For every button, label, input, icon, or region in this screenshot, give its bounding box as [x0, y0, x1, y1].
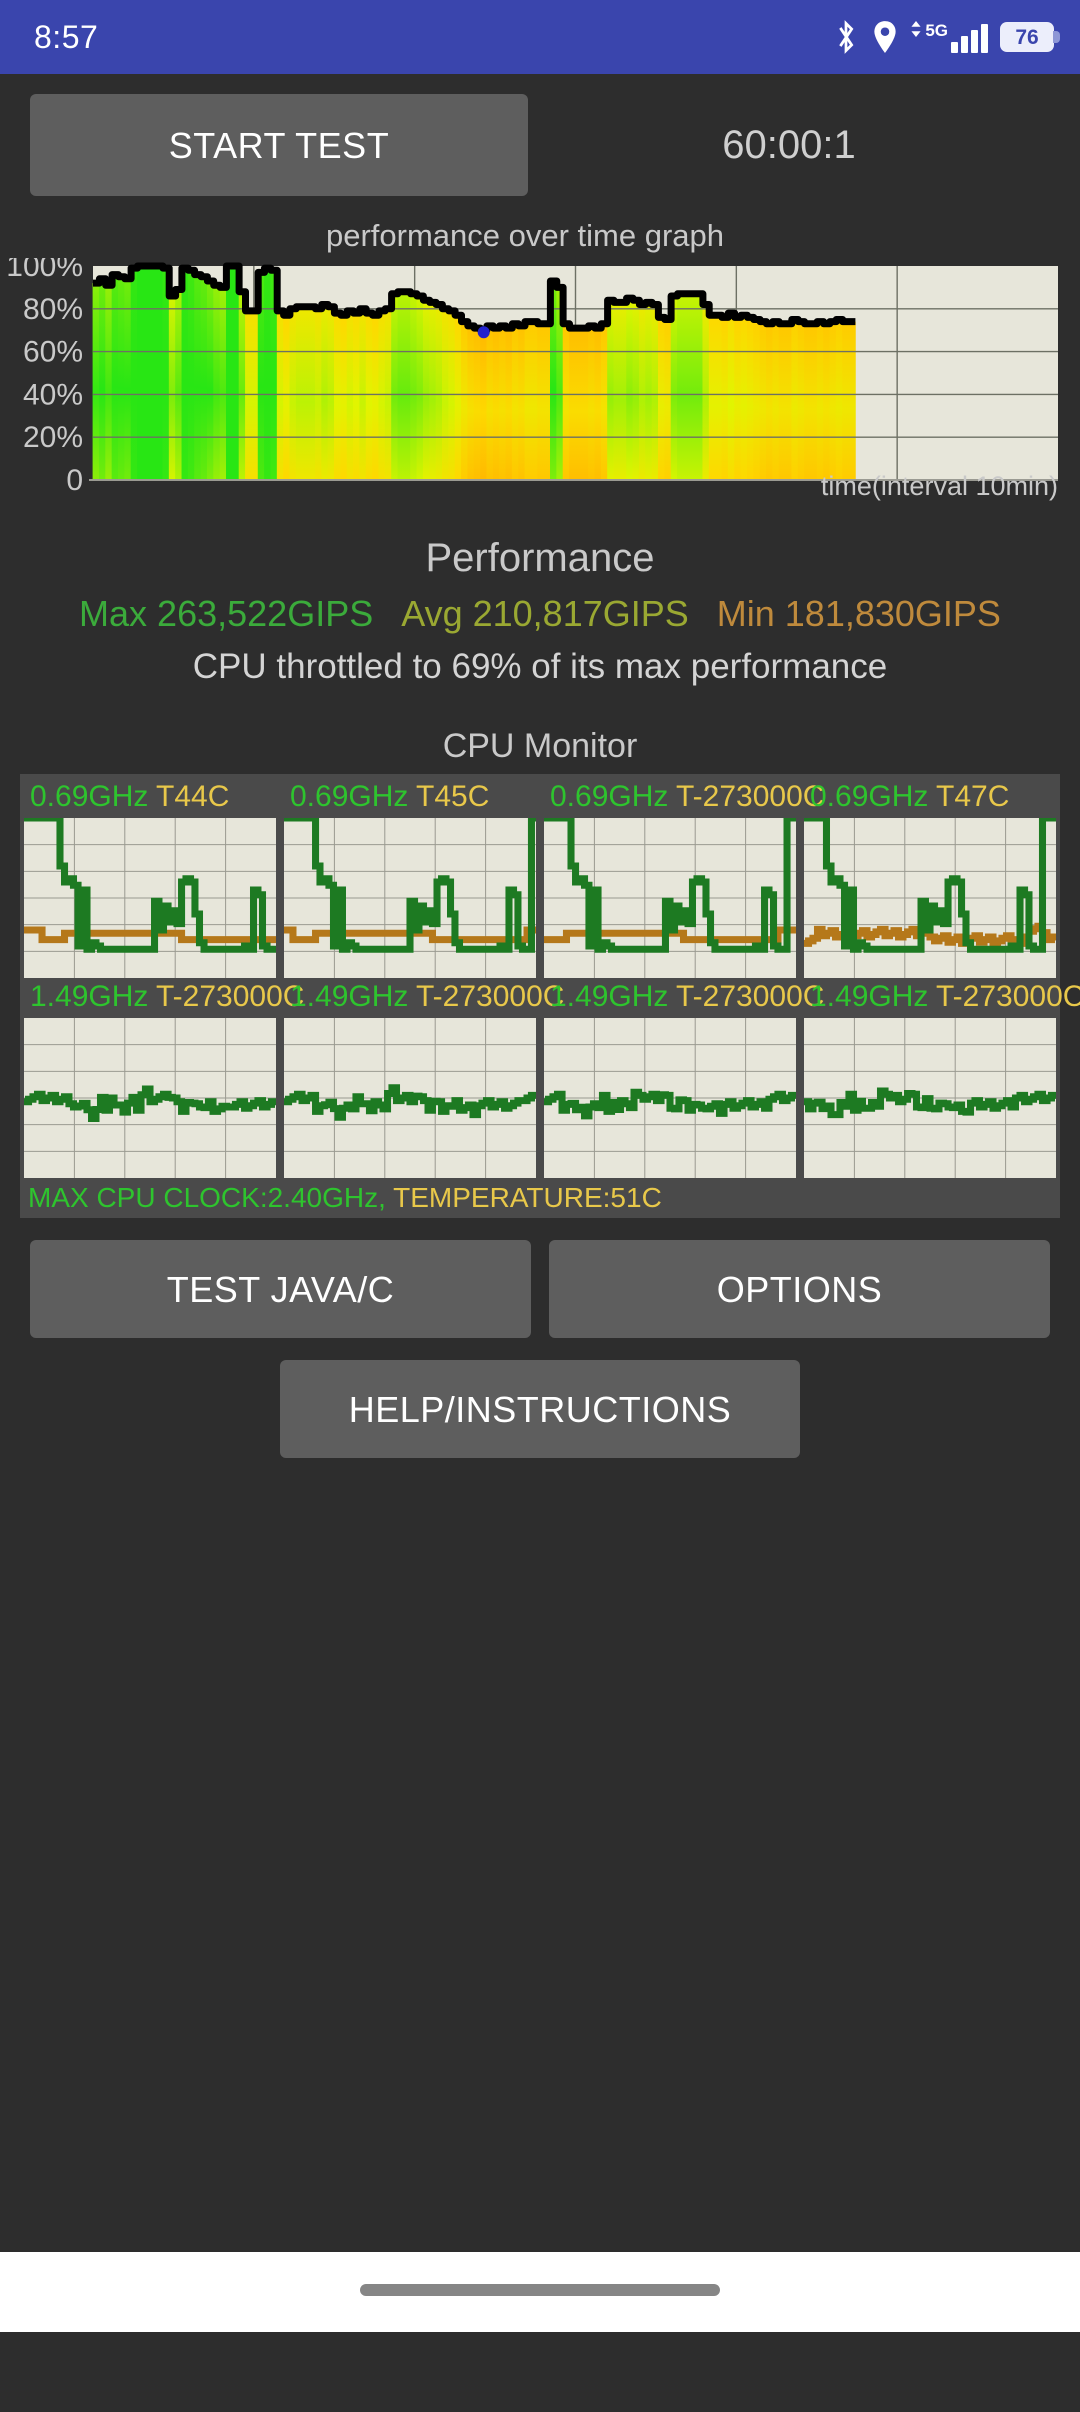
cpu-core-6-header: 1.49GHz T-273000C — [544, 978, 824, 1018]
options-button[interactable]: OPTIONS — [549, 1240, 1050, 1338]
help-button-row: HELP/INSTRUCTIONS — [0, 1338, 1080, 1458]
signal-5g-icon: 5G — [910, 21, 988, 53]
bluetooth-icon — [832, 20, 860, 54]
performance-avg: Avg 210,817GIPS — [401, 593, 689, 634]
svg-text:0: 0 — [66, 464, 83, 497]
cpu-core-row-top: 0.69GHz T44C 0.69GHz T45C 0.69GHz T-2730… — [20, 778, 1060, 978]
cpu-core-row-bottom: 1.49GHz T-273000C 1.49GHz T-273000C 1.49… — [20, 978, 1080, 1178]
location-icon — [872, 20, 898, 54]
signal-bars-icon — [951, 24, 988, 53]
status-bar: 8:57 5G 76 — [0, 0, 1080, 74]
svg-text:80%: 80% — [23, 293, 83, 326]
cpu-core-2: 0.69GHz T-273000C — [544, 778, 824, 978]
svg-text:60%: 60% — [23, 336, 83, 369]
battery-level-label: 76 — [1015, 25, 1039, 49]
gesture-home-pill[interactable] — [360, 2284, 720, 2296]
cpu-core-5-header: 1.49GHz T-273000C — [284, 978, 564, 1018]
cpu-core-4-temperature: T-273000C — [156, 980, 305, 1013]
cpu-core-4-graph — [24, 1018, 276, 1178]
cpu-core-2-temperature: T-273000C — [676, 780, 825, 813]
cpu-core-3-header: 0.69GHz T47C — [804, 778, 1056, 818]
cpu-core-1-graph — [284, 818, 536, 978]
status-icon-group: 5G 76 — [832, 20, 1060, 54]
performance-chart-svg: 0 20% 40% 60% 80% 100% — [6, 258, 1058, 497]
cpu-core-5-temperature: T-273000C — [416, 980, 565, 1013]
cpu-core-0-header: 0.69GHz T44C — [24, 778, 276, 818]
cpu-monitor-panel: 0.69GHz T44C 0.69GHz T45C 0.69GHz T-2730… — [20, 774, 1080, 1218]
test-java-c-button[interactable]: TEST JAVA/C — [30, 1240, 531, 1338]
performance-min: Min 181,830GIPS — [716, 593, 1001, 634]
cpu-core-6: 1.49GHz T-273000C — [544, 978, 824, 1178]
svg-text:100%: 100% — [6, 258, 83, 283]
chart-title: performance over time graph — [325, 218, 725, 253]
cpu-core-0-graph — [24, 818, 276, 978]
start-test-button[interactable]: START TEST — [30, 94, 528, 196]
cpu-core-2-frequency: 0.69GHz — [550, 780, 669, 813]
system-navigation-bar — [0, 2252, 1080, 2332]
battery-icon: 76 — [1000, 22, 1060, 52]
cpu-core-3: 0.69GHz T47C — [804, 778, 1056, 978]
test-timer: 60:00:1 — [722, 122, 856, 167]
performance-heading: Performance — [425, 536, 655, 580]
action-button-row: TEST JAVA/C OPTIONS — [0, 1218, 1080, 1338]
performance-stats: Max 263,522GIPS Avg 210,817GIPS Min 181,… — [0, 593, 1080, 635]
cpu-core-1-header: 0.69GHz T45C — [284, 778, 536, 818]
cpu-max-clock-label: MAX CPU CLOCK:2.40GHz, — [28, 1182, 386, 1213]
cpu-core-7-frequency: 1.49GHz — [810, 980, 929, 1013]
cpu-core-4-header: 1.49GHz T-273000C — [24, 978, 304, 1018]
help-instructions-button[interactable]: HELP/INSTRUCTIONS — [280, 1360, 800, 1458]
cpu-core-4: 1.49GHz T-273000C — [24, 978, 304, 1178]
network-type-label: 5G — [925, 21, 948, 40]
cpu-core-3-frequency: 0.69GHz — [810, 780, 929, 813]
chart-x-axis-label: time(interval 10min) — [820, 471, 1058, 501]
cpu-core-3-temperature: T47C — [936, 780, 1010, 813]
cpu-temperature-label: TEMPERATURE:51C — [393, 1182, 662, 1213]
cpu-core-0: 0.69GHz T44C — [24, 778, 276, 978]
svg-text:20%: 20% — [23, 421, 83, 454]
app-content: START TEST 60:00:1 performance over time… — [0, 74, 1080, 2332]
cpu-core-6-frequency: 1.49GHz — [550, 980, 669, 1013]
cpu-status-line: MAX CPU CLOCK:2.40GHz, TEMPERATURE:51C — [20, 1178, 1060, 1216]
cpu-core-7: 1.49GHz T-273000C — [804, 978, 1080, 1178]
performance-chart: 0 20% 40% 60% 80% 100% time(interval 10min) — [0, 258, 1080, 501]
svg-text:40%: 40% — [23, 378, 83, 411]
cpu-core-7-temperature: T-273000C — [936, 980, 1080, 1013]
cpu-monitor-heading: CPU Monitor — [442, 727, 638, 765]
throttle-note: CPU throttled to 69% of its max performa… — [192, 647, 888, 686]
status-time: 8:57 — [34, 18, 99, 55]
cpu-core-3-graph — [804, 818, 1056, 978]
cpu-core-0-frequency: 0.69GHz — [30, 780, 149, 813]
cpu-core-1-frequency: 0.69GHz — [290, 780, 409, 813]
top-control-row: START TEST 60:00:1 — [0, 74, 1080, 196]
cpu-core-6-graph — [544, 1018, 796, 1178]
cpu-core-5: 1.49GHz T-273000C — [284, 978, 564, 1178]
cpu-core-5-frequency: 1.49GHz — [290, 980, 409, 1013]
cpu-core-7-graph — [804, 1018, 1056, 1178]
cpu-core-2-graph — [544, 818, 796, 978]
cpu-core-4-frequency: 1.49GHz — [30, 980, 149, 1013]
cpu-core-7-header: 1.49GHz T-273000C — [804, 978, 1080, 1018]
performance-max: Max 263,522GIPS — [79, 593, 374, 634]
cpu-core-1: 0.69GHz T45C — [284, 778, 536, 978]
cpu-core-5-graph — [284, 1018, 536, 1178]
cpu-core-1-temperature: T45C — [416, 780, 490, 813]
cpu-core-2-header: 0.69GHz T-273000C — [544, 778, 824, 818]
cpu-core-0-temperature: T44C — [156, 780, 230, 813]
cpu-core-6-temperature: T-273000C — [676, 980, 825, 1013]
